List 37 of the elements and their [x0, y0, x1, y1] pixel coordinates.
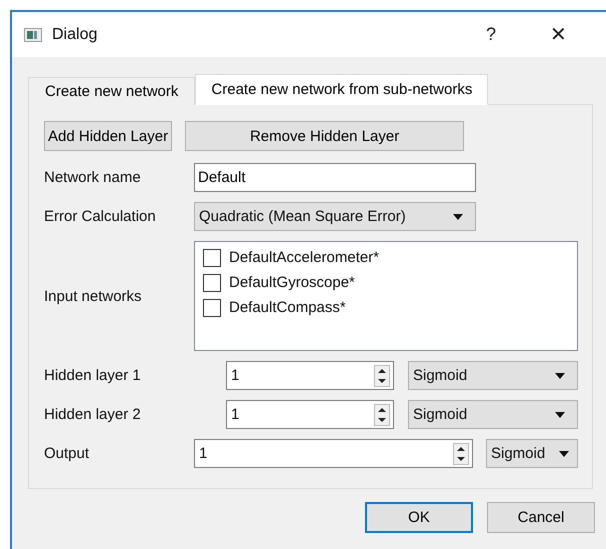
- field-label: Error Calculation: [44, 208, 157, 225]
- checkbox-label[interactable]: DefaultCompass*: [229, 299, 346, 316]
- field-label: Network name: [44, 169, 142, 186]
- caret-icon: [555, 372, 565, 378]
- checkbox[interactable]: [203, 274, 221, 292]
- caret-icon: [453, 214, 463, 220]
- dropdown[interactable]: Sigmoid: [408, 361, 578, 390]
- field-label: Hidden layer 2: [44, 406, 142, 423]
- tab[interactable]: Create new network: [28, 77, 196, 105]
- close-button[interactable]: ✕: [550, 22, 567, 47]
- input-field[interactable]: Default: [194, 163, 476, 192]
- add-layer-button[interactable]: Add Hidden Layer: [44, 121, 172, 151]
- spin-arrows-icon[interactable]: [374, 364, 390, 386]
- checkbox[interactable]: [203, 248, 221, 266]
- field-label: Output: [44, 445, 90, 462]
- dropdown[interactable]: Sigmoid: [408, 400, 578, 429]
- spin-box[interactable]: 1: [194, 439, 473, 468]
- cancel-button[interactable]: Cancel: [487, 502, 595, 533]
- ok-button[interactable]: OK: [365, 502, 473, 533]
- spin-arrows-icon[interactable]: [374, 404, 390, 426]
- spin-box[interactable]: 1: [226, 400, 394, 429]
- spin-arrows-icon[interactable]: [453, 442, 469, 464]
- checkbox-label[interactable]: DefaultAccelerometer*: [229, 249, 380, 266]
- caret-icon: [559, 450, 569, 456]
- checkbox-label[interactable]: DefaultGyroscope*: [229, 274, 355, 291]
- window-icon: [24, 28, 42, 42]
- field-label: Input networks: [44, 288, 143, 304]
- tab[interactable]: Create new network from sub-networks: [195, 74, 488, 105]
- checkbox[interactable]: [203, 298, 221, 316]
- spin-box[interactable]: 1: [226, 361, 394, 390]
- window-title: Dialog: [52, 26, 98, 44]
- dropdown[interactable]: Sigmoid: [486, 439, 578, 468]
- help-button[interactable]: ?: [486, 24, 496, 45]
- remove-layer-button[interactable]: Remove Hidden Layer: [185, 121, 464, 151]
- dropdown[interactable]: Quadratic (Mean Square Error): [194, 202, 476, 231]
- field-label: Hidden layer 1: [44, 367, 142, 384]
- caret-icon: [555, 412, 565, 418]
